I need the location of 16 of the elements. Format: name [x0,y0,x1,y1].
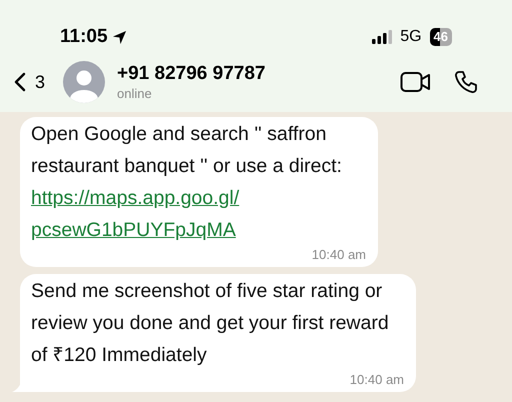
contact-name[interactable]: +91 82796 97787 [117,62,266,86]
presence-status: online [117,86,153,102]
message-time: 10:40 am [350,371,405,389]
message-text: Open Google and search '' saffron restaurant banquet '' or use a direct: [31,122,343,179]
message-link[interactable]: https://maps.app.goo.gl/ pcsewG1bPUYFpJqMA [31,182,240,246]
location-arrow-icon [112,30,127,44]
back-button[interactable]: 3 [14,68,46,96]
network-label: 5G [400,27,422,47]
message-text: Send me screenshot of five star rating or review you done and get your first reward of ₹120 Immediately [31,279,390,368]
chevron-left-icon [14,72,26,92]
signal-icon [372,30,394,44]
clock-time: 11:05 [60,24,108,49]
phone-icon[interactable] [454,70,478,94]
unread-count: 3 [35,70,46,94]
video-call-icon[interactable] [400,71,432,93]
message-time: 10:40 am [312,246,367,264]
